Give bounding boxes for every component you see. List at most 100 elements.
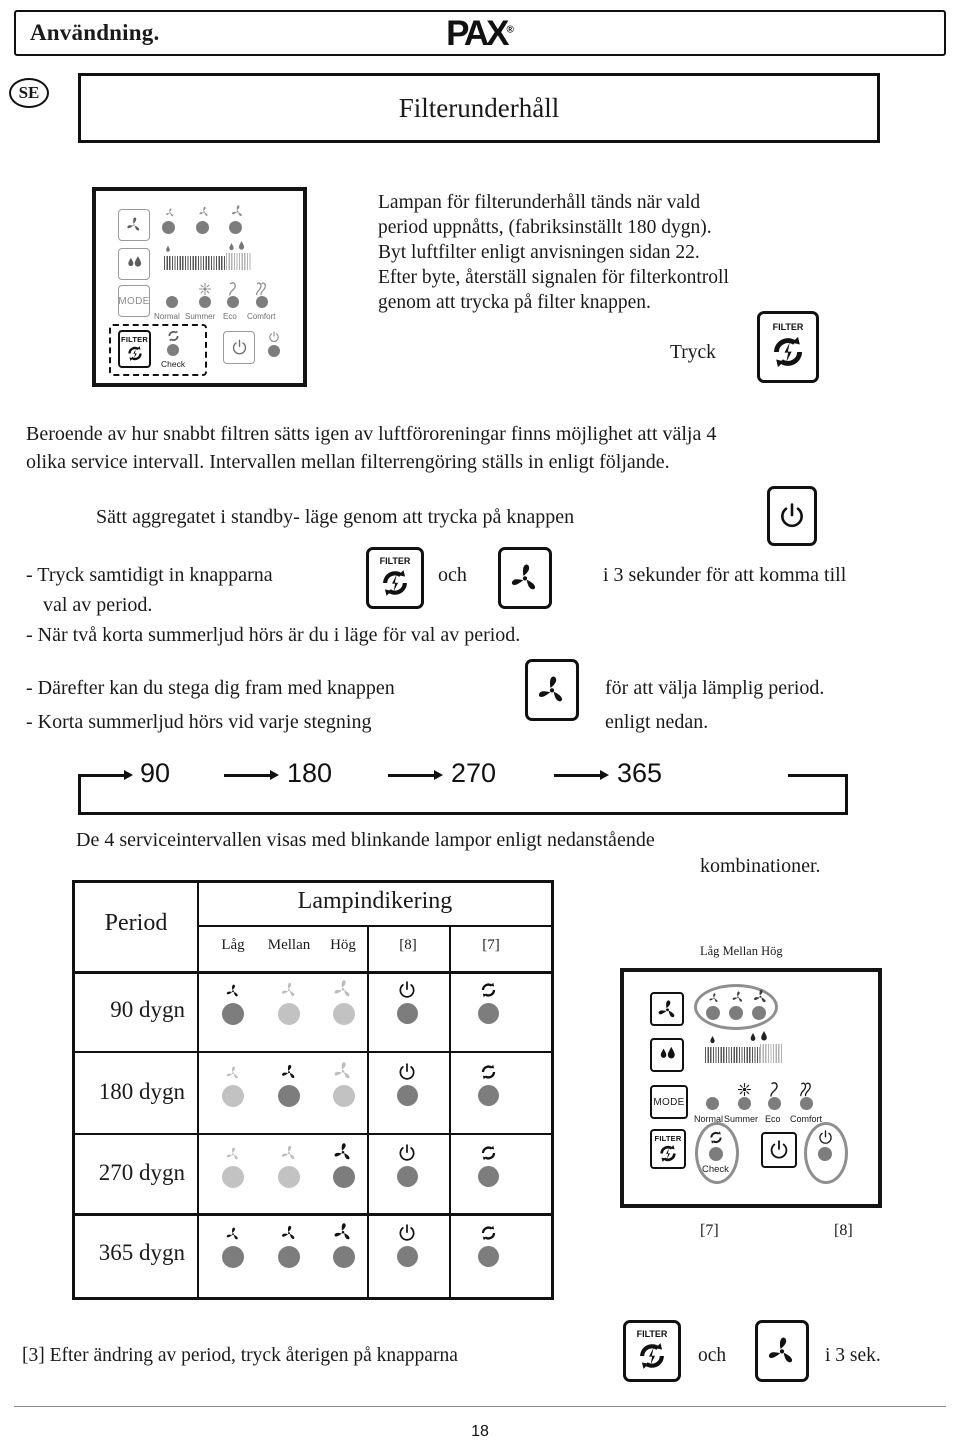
power-button[interactable] <box>223 331 255 364</box>
flow-right-vline <box>845 774 848 814</box>
power-icon <box>399 1144 415 1161</box>
fan-icon-low <box>226 1066 238 1079</box>
step4-post: enligt nedan. <box>605 711 709 733</box>
eco-wave-icon <box>770 1082 778 1097</box>
fan-icon-high <box>334 980 350 997</box>
fan-lamp-low <box>162 221 175 234</box>
fan-lamp-high <box>752 1006 766 1020</box>
comfort-wave-icon <box>256 282 266 296</box>
flow-value-270: 270 <box>451 758 497 788</box>
power-lamp <box>268 345 280 357</box>
mode-lamp-eco <box>768 1097 781 1110</box>
filter-key-step1-label: FILTER <box>379 556 411 566</box>
intro-line-3: Byt luftfilter enligt anvisningen sidan … <box>378 242 700 263</box>
mode-button[interactable]: MODE <box>118 285 150 317</box>
humidity-high-drop-icon-a <box>750 1033 756 1041</box>
mode-button[interactable]: MODE <box>650 1085 688 1119</box>
fan-icon-mid <box>282 1145 295 1160</box>
mode-label-eco: Eco <box>223 312 237 321</box>
comfort-wave-icon <box>800 1082 811 1097</box>
fan-icon-low <box>166 208 174 217</box>
table-cell-period: 90 dygn <box>110 997 185 1022</box>
sun-icon <box>737 1082 752 1097</box>
filter-refresh-icon <box>481 1064 496 1080</box>
table-lamp-mid <box>278 1246 300 1268</box>
filter-key-step1[interactable]: FILTER <box>366 547 424 609</box>
humidity-button[interactable] <box>118 248 150 280</box>
humidity-high-drop-icon-b <box>238 241 245 250</box>
fan-icon-low <box>226 1227 238 1240</box>
filter-key-intro[interactable]: FILTER <box>757 311 819 383</box>
footer-divider <box>14 1405 946 1407</box>
table-lamp-high <box>333 1003 355 1025</box>
fan-icon-low <box>226 984 238 997</box>
section-title: Användning. <box>30 20 160 45</box>
filter-check-icon <box>710 1131 722 1144</box>
fan-key-footer[interactable] <box>755 1320 809 1382</box>
power-key-standby[interactable] <box>767 486 817 546</box>
step1-cont: val av period. <box>43 594 153 616</box>
fan-lamp-low <box>706 1006 720 1020</box>
flow-right-top-hline <box>788 774 847 777</box>
table-subheader-low: Låg <box>221 937 245 953</box>
humidity-button[interactable] <box>650 1038 684 1072</box>
table-lamp-mid <box>278 1003 300 1025</box>
fan-key-step1[interactable] <box>498 547 552 609</box>
fan-icon <box>768 1337 793 1363</box>
table-lamp-power <box>397 1003 418 1024</box>
flow-arrow-4-head <box>600 770 609 780</box>
table-subheader-high: Hög <box>330 937 356 953</box>
mode-lamp-normal <box>706 1097 719 1110</box>
mode-lamp-summer <box>199 296 211 308</box>
flow-left-vline <box>78 774 81 814</box>
humidity-scale-bar-dark <box>705 1047 760 1063</box>
mode-label-comfort: Comfort <box>790 1114 823 1124</box>
body-paragraph-1: Beroende av hur snabbt filtren sätts ige… <box>26 420 926 476</box>
step4-pre: - Korta summerljud hörs vid varje stegni… <box>26 711 372 733</box>
header-bar: Användning. PAX® <box>14 10 946 56</box>
step3-post: för att välja lämplig period. <box>605 677 825 699</box>
filter-button[interactable]: FILTER <box>118 330 151 368</box>
humidity-high-drop-icon-a <box>229 243 234 251</box>
filter-refresh-icon <box>481 1145 496 1161</box>
filter-refresh-icon <box>127 346 142 361</box>
fan-button[interactable] <box>118 209 150 241</box>
step1-pre: - Tryck samtidigt in knapparna <box>26 564 273 586</box>
pax-logo-text: PAX <box>446 14 509 53</box>
intro-paragraph: Lampan för filterunderhåll tänds när val… <box>378 190 878 315</box>
mode-label-eco: Eco <box>765 1114 781 1124</box>
water-drop-icon <box>660 1046 675 1058</box>
table-vline-1 <box>197 883 199 1297</box>
standby-instruction: Sätt aggregatet i standby- läge genom at… <box>96 506 575 528</box>
filter-refresh-icon <box>640 1343 664 1369</box>
caption-mid: Mellan <box>722 944 758 958</box>
table-lamp-low <box>222 1166 244 1188</box>
table-cell-period: 365 dygn <box>98 1240 185 1265</box>
mode-label-summer: Summer <box>724 1114 759 1124</box>
power-indicator-icon <box>269 331 279 342</box>
footer-note-and: och <box>698 1345 727 1366</box>
step2: - När två korta summerljud hörs är du i … <box>26 624 521 646</box>
footer-note-pre: [3] Efter ändring av period, tryck återi… <box>22 1345 458 1366</box>
filter-button-label: FILTER <box>654 1134 682 1143</box>
page-number: 18 <box>471 1423 489 1440</box>
table-lamp-filter <box>478 1085 499 1106</box>
table-lamp-filter <box>478 1003 499 1024</box>
fan-icon-high <box>231 205 242 217</box>
filter-refresh-icon <box>481 1225 496 1241</box>
filter-refresh-icon <box>481 982 496 998</box>
table-vline-3 <box>449 925 451 1297</box>
flow-arrow-2-head <box>270 770 279 780</box>
intro-line-2: period uppnåtts, (fabriksinställt 180 dy… <box>378 217 712 238</box>
filter-button[interactable]: FILTER <box>650 1129 686 1169</box>
humidity-high-drop-icon-b <box>761 1031 767 1041</box>
sun-icon <box>198 282 212 296</box>
power-indicator-icon <box>819 1130 832 1144</box>
table-vline-2 <box>367 925 369 1297</box>
power-button[interactable] <box>761 1132 797 1168</box>
fan-key-step3[interactable] <box>525 659 579 721</box>
filter-key-footer[interactable]: FILTER <box>623 1320 681 1382</box>
flow-value-365: 365 <box>617 758 663 788</box>
fan-button[interactable] <box>650 992 684 1026</box>
filter-key-intro-label: FILTER <box>772 322 804 332</box>
